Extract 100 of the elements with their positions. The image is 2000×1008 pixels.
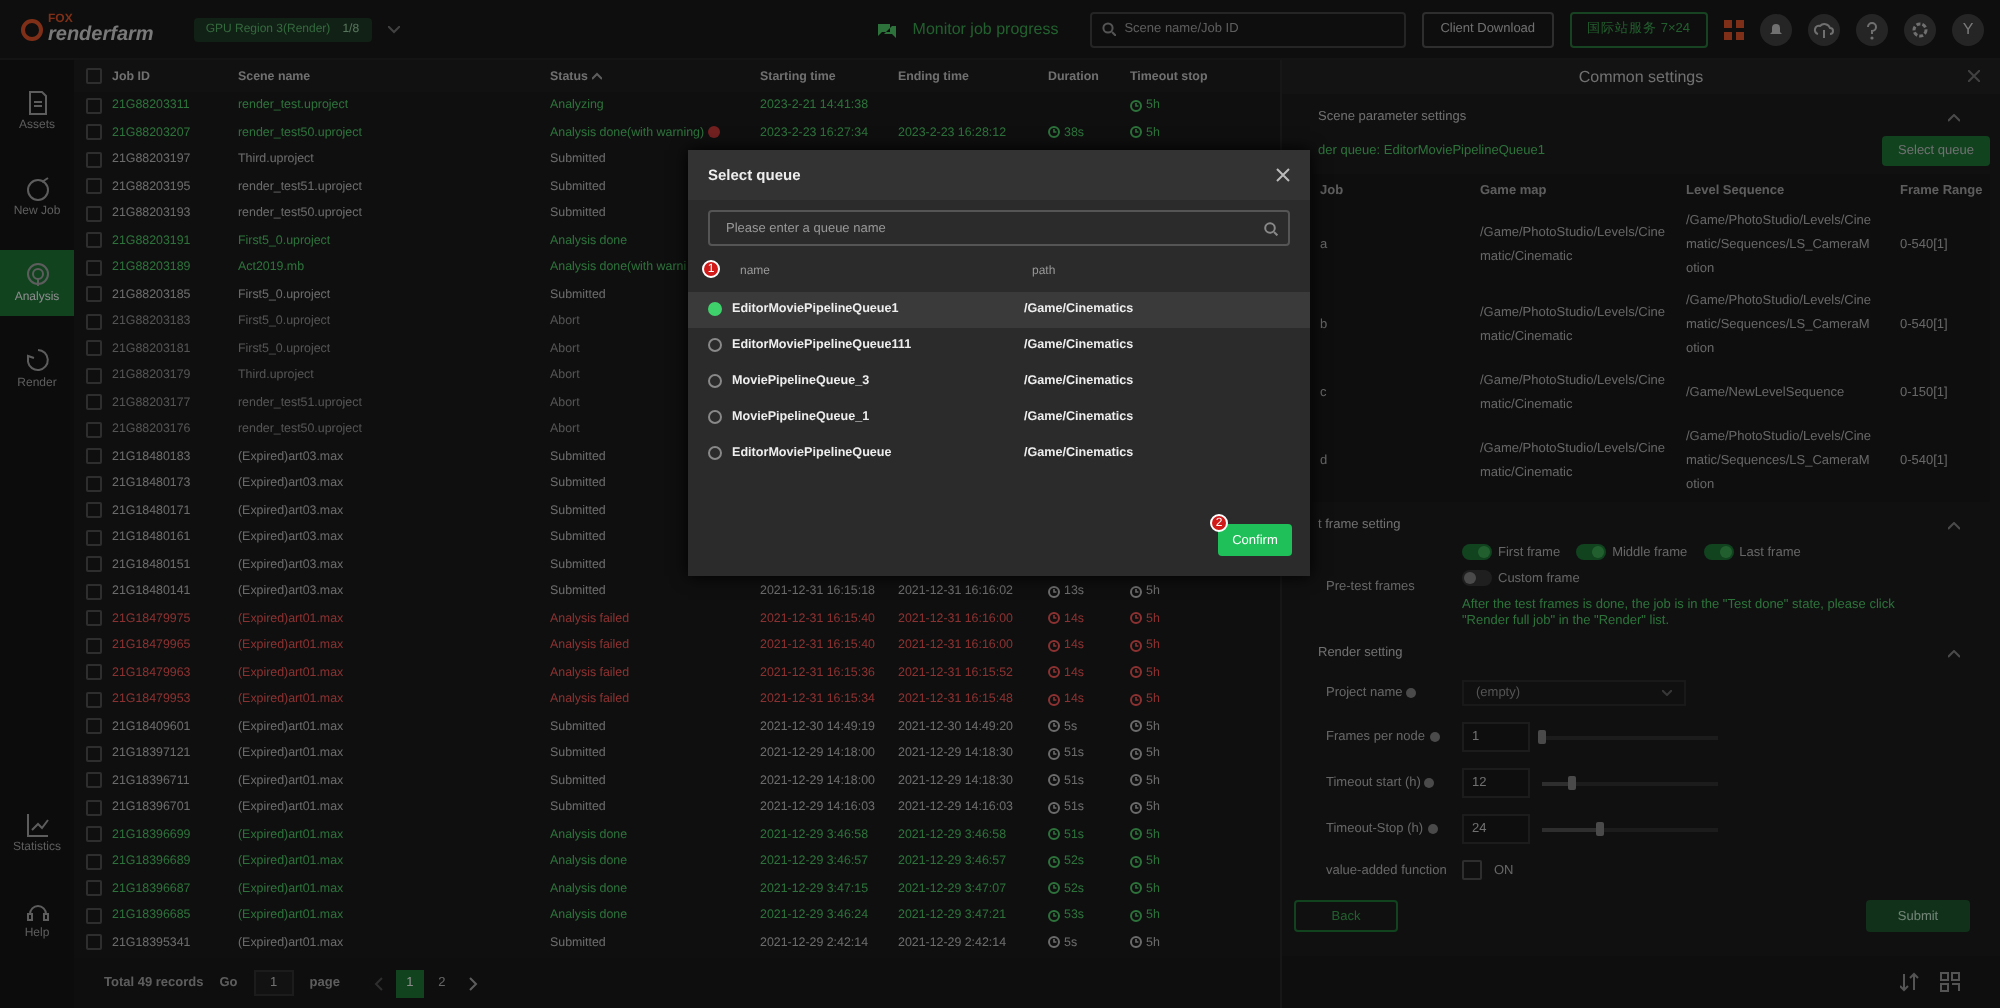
clock-icon xyxy=(1048,855,1060,868)
clock-icon xyxy=(1130,99,1142,112)
clock-icon xyxy=(1048,666,1060,679)
clock-icon xyxy=(1048,639,1060,652)
settings-icon[interactable] xyxy=(1904,13,1936,45)
checkbox[interactable] xyxy=(85,124,101,141)
checkbox[interactable] xyxy=(85,556,101,573)
checkbox[interactable] xyxy=(85,286,101,303)
clock-icon xyxy=(1130,612,1142,625)
clock-icon xyxy=(1130,828,1142,841)
render-icon xyxy=(25,348,49,374)
toggle-switch[interactable] xyxy=(1576,544,1607,560)
logo-icon xyxy=(20,17,44,41)
clock-icon xyxy=(1130,693,1142,706)
checkbox[interactable] xyxy=(85,826,101,843)
chevron-icon[interactable] xyxy=(1948,649,1960,658)
checkbox[interactable] xyxy=(85,394,101,411)
checkbox[interactable] xyxy=(85,68,101,84)
checkbox[interactable] xyxy=(85,421,101,438)
clock-icon xyxy=(1048,936,1060,949)
checkbox[interactable] xyxy=(85,151,101,168)
chat-icon xyxy=(878,21,897,37)
search-icon xyxy=(1102,22,1117,36)
clock-icon xyxy=(1130,774,1142,787)
clock-icon xyxy=(1130,585,1142,598)
clock-icon xyxy=(1130,639,1142,652)
panel-title: Common settings xyxy=(1578,68,1704,86)
assets-icon xyxy=(25,90,49,116)
checkbox[interactable] xyxy=(85,502,101,519)
clock-icon xyxy=(1048,774,1060,787)
checkbox[interactable] xyxy=(85,232,101,249)
clock-icon xyxy=(1048,909,1060,922)
search-icon xyxy=(1264,221,1278,235)
checkbox[interactable] xyxy=(85,745,101,762)
radio-button[interactable] xyxy=(708,373,722,388)
clock-icon xyxy=(1048,720,1060,733)
clock-icon xyxy=(1048,882,1060,895)
clock-icon xyxy=(1130,126,1142,139)
checkbox[interactable] xyxy=(85,718,101,735)
checkbox[interactable] xyxy=(85,691,101,708)
checkbox[interactable] xyxy=(85,610,101,627)
toggle-switch[interactable] xyxy=(1703,544,1734,560)
checkbox[interactable] xyxy=(85,178,101,195)
user-avatar[interactable]: Y xyxy=(1952,13,1984,45)
chart-icon xyxy=(25,812,49,838)
clock-icon xyxy=(1130,882,1142,895)
checkbox[interactable] xyxy=(85,907,101,924)
clock-icon xyxy=(1048,747,1060,760)
caret-icon xyxy=(1662,690,1672,697)
checkbox[interactable] xyxy=(85,259,101,276)
checkbox[interactable] xyxy=(85,205,101,222)
checkbox[interactable] xyxy=(85,853,101,870)
clock-icon xyxy=(1130,720,1142,733)
checkbox[interactable] xyxy=(85,367,101,384)
qr-code-icon[interactable] xyxy=(1940,972,1960,992)
clock-icon xyxy=(1130,747,1142,760)
upload-icon[interactable] xyxy=(1808,13,1840,45)
caret-icon[interactable] xyxy=(387,25,400,33)
toggle-switch[interactable] xyxy=(1462,544,1492,560)
checkbox[interactable] xyxy=(85,448,101,465)
checkbox[interactable] xyxy=(85,529,101,546)
checkbox[interactable] xyxy=(1462,860,1482,881)
toggle-switch[interactable] xyxy=(1462,570,1492,586)
checkbox[interactable] xyxy=(85,772,101,789)
checkbox[interactable] xyxy=(85,97,101,114)
radio-button[interactable] xyxy=(708,338,722,353)
clock-icon xyxy=(1048,693,1060,706)
clock-icon xyxy=(1048,828,1060,841)
close-icon[interactable] xyxy=(1276,168,1290,182)
radio-button[interactable] xyxy=(708,409,722,424)
chevron-icon[interactable] xyxy=(1948,113,1960,121)
clock-icon xyxy=(1048,612,1060,625)
clock-icon xyxy=(1130,855,1142,868)
checkbox[interactable] xyxy=(85,799,101,816)
radio-button[interactable] xyxy=(708,302,722,317)
clock-icon xyxy=(1130,666,1142,679)
checkbox[interactable] xyxy=(85,340,101,357)
logo-text: renderfarm xyxy=(48,25,154,45)
notification-icon[interactable] xyxy=(1760,13,1792,45)
analysis-icon xyxy=(25,262,49,288)
clock-icon xyxy=(1048,585,1060,598)
grid-icon[interactable] xyxy=(1724,19,1744,39)
clock-icon xyxy=(1048,126,1060,139)
monitor-link[interactable]: Monitor job progress xyxy=(912,20,1059,38)
checkbox[interactable] xyxy=(85,475,101,492)
chevron-icon[interactable] xyxy=(1948,521,1960,529)
checkbox[interactable] xyxy=(85,313,101,330)
checkbox[interactable] xyxy=(85,583,101,600)
sort-icon[interactable] xyxy=(1900,972,1920,992)
help-icon[interactable] xyxy=(1856,13,1888,45)
checkbox[interactable] xyxy=(85,664,101,681)
radio-button[interactable] xyxy=(708,445,722,460)
clock-icon xyxy=(1130,936,1142,949)
clock-icon xyxy=(1048,801,1060,814)
checkbox[interactable] xyxy=(85,880,101,897)
checkbox[interactable] xyxy=(85,934,101,951)
sort-icon[interactable] xyxy=(591,72,602,80)
clock-icon xyxy=(1130,909,1142,922)
clock-icon xyxy=(1130,801,1142,814)
checkbox[interactable] xyxy=(85,637,101,654)
